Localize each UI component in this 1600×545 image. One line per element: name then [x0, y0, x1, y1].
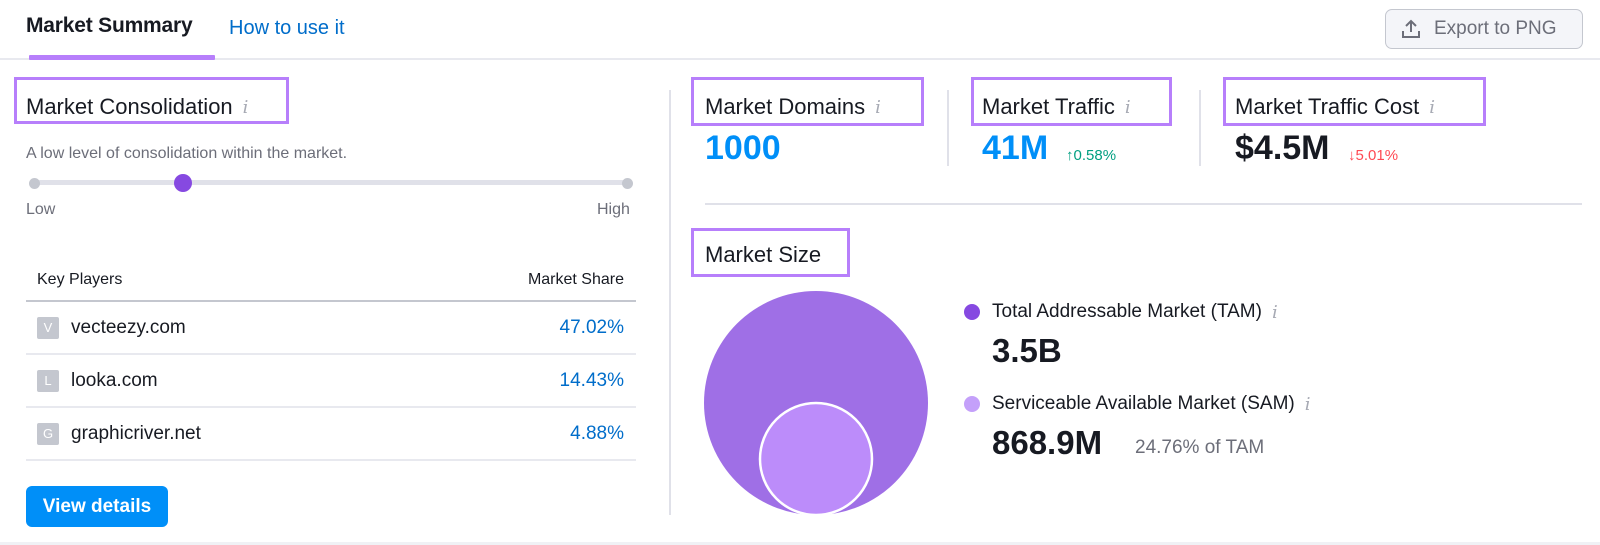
favicon-icon: V [37, 316, 59, 339]
table-header: Key Players Market Share [26, 260, 636, 302]
market-traffic-label: Market Traffic [982, 94, 1115, 119]
consolidation-description: A low level of consolidation within the … [26, 145, 348, 162]
key-players-table: Key Players Market Share V vecteezy.com … [26, 262, 636, 461]
tam-value: 3.5B [992, 332, 1062, 369]
slider-knob [173, 174, 192, 192]
market-domains-label: Market Domains [705, 94, 866, 119]
metric-divider [1199, 90, 1201, 166]
view-details-button[interactable]: View details [26, 486, 168, 527]
favicon-icon: L [37, 369, 59, 392]
info-icon[interactable]: i [1429, 97, 1435, 118]
info-icon[interactable]: i [875, 97, 881, 118]
sam-value: 868.9M [992, 424, 1103, 461]
market-share-value[interactable]: 14.43% [560, 370, 624, 392]
info-icon[interactable]: i [1125, 97, 1131, 118]
delta-value: 0.58% [1073, 147, 1117, 164]
header-bar: Market Summary How to use it Export to P… [0, 0, 1600, 60]
market-traffic-cost-value: $4.5M [1235, 129, 1330, 167]
info-icon[interactable]: i [1305, 394, 1311, 415]
consolidation-title-text: Market Consolidation [26, 94, 233, 119]
section-divider [669, 90, 671, 515]
market-traffic-cost-delta: ↓5.01% [1348, 147, 1398, 164]
slider-end-dot [622, 178, 633, 189]
tam-legend: Total Addressable Market (TAM) i [964, 301, 1278, 323]
tam-legend-dot [964, 304, 980, 320]
consolidation-title: Market Consolidation i [26, 94, 248, 120]
market-traffic-delta: ↑0.58% [1066, 147, 1116, 164]
consolidation-slider [29, 174, 633, 192]
export-to-png-button[interactable]: Export to PNG [1385, 9, 1583, 49]
delta-value: 5.01% [1355, 147, 1399, 164]
domain-name[interactable]: looka.com [71, 370, 158, 392]
table-row: V vecteezy.com 47.02% [26, 302, 636, 355]
sam-legend: Serviceable Available Market (SAM) i [964, 393, 1311, 415]
upload-icon [1402, 19, 1420, 38]
sam-bubble [758, 401, 874, 517]
export-button-label: Export to PNG [1434, 18, 1557, 39]
column-header-key-players: Key Players [37, 271, 123, 288]
slider-start-dot [29, 178, 40, 189]
market-traffic-value[interactable]: 41M [982, 129, 1048, 168]
market-size-bubbles [704, 291, 928, 517]
slider-low-label: Low [26, 201, 56, 218]
slider-high-label: High [597, 201, 630, 218]
market-size-title: Market Size [705, 242, 821, 268]
sam-percent-of-tam: 24.76% of TAM [1135, 437, 1265, 458]
metrics-divider [705, 203, 1582, 205]
market-traffic-title: Market Traffic i [982, 94, 1131, 120]
market-domains-value[interactable]: 1000 [705, 129, 781, 168]
market-domains-title: Market Domains i [705, 94, 881, 120]
domain-name[interactable]: graphicriver.net [71, 423, 201, 445]
arrow-down-icon: ↓ [1348, 147, 1356, 164]
market-share-value[interactable]: 4.88% [570, 423, 624, 445]
active-tab-indicator [29, 55, 215, 60]
market-traffic-cost-label: Market Traffic Cost [1235, 94, 1420, 119]
domain-name[interactable]: vecteezy.com [71, 317, 186, 339]
sam-legend-dot [964, 396, 980, 412]
metric-divider [947, 90, 949, 166]
market-share-value[interactable]: 47.02% [560, 317, 624, 339]
table-row: G graphicriver.net 4.88% [26, 408, 636, 461]
market-size-label: Market Size [705, 242, 822, 267]
table-row: L looka.com 14.43% [26, 355, 636, 408]
arrow-up-icon: ↑ [1066, 147, 1074, 164]
tab-market-summary[interactable]: Market Summary [26, 14, 193, 38]
tam-label: Total Addressable Market (TAM) [992, 301, 1262, 322]
info-icon[interactable]: i [1272, 302, 1278, 323]
how-to-use-link[interactable]: How to use it [229, 17, 345, 40]
slider-track [35, 180, 627, 185]
sam-label: Serviceable Available Market (SAM) [992, 393, 1295, 414]
info-icon[interactable]: i [243, 97, 249, 118]
column-header-market-share: Market Share [527, 271, 624, 288]
market-traffic-cost-title: Market Traffic Cost i [1235, 94, 1435, 120]
favicon-icon: G [37, 422, 59, 445]
